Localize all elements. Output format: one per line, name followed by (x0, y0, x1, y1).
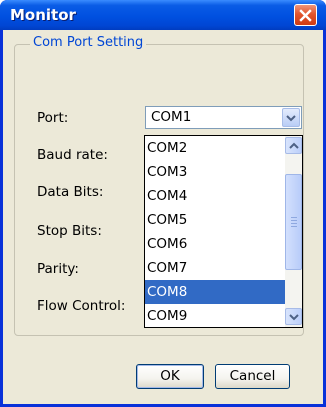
group-legend: Com Port Setting (30, 35, 147, 50)
port-option-com8[interactable]: COM8 (145, 280, 285, 304)
port-combobox[interactable]: COM1 (145, 106, 302, 129)
port-option-com3[interactable]: COM3 (145, 160, 285, 184)
data-bits-label: Data Bits: (37, 184, 104, 200)
port-combobox-value: COM1 (151, 109, 192, 125)
baud-rate-label: Baud rate: (37, 147, 108, 163)
thumb-grip-line (291, 220, 297, 221)
port-option-com7[interactable]: COM7 (145, 256, 285, 280)
ok-button[interactable]: OK (136, 364, 204, 389)
port-option-com6[interactable]: COM6 (145, 232, 285, 256)
port-option-com4[interactable]: COM4 (145, 184, 285, 208)
scroll-down-button[interactable] (285, 308, 302, 325)
port-option-com2[interactable]: COM2 (145, 136, 285, 160)
thumb-grip-line (291, 217, 297, 218)
port-dropdown-list[interactable]: COM2 COM3 COM4 COM5 COM6 COM7 COM8 COM9 (144, 135, 303, 328)
stop-bits-label: Stop Bits: (37, 223, 102, 239)
window-title: Monitor (10, 6, 76, 24)
port-combobox-toggle[interactable] (282, 108, 300, 127)
scroll-thumb[interactable] (285, 174, 302, 270)
port-option-com5[interactable]: COM5 (145, 208, 285, 232)
thumb-grip-line (291, 226, 297, 227)
title-bar[interactable]: Monitor (0, 0, 326, 30)
port-label: Port: (37, 110, 69, 126)
thumb-grip-line (291, 223, 297, 224)
flow-control-label: Flow Control: (37, 298, 126, 314)
port-option-com9[interactable]: COM9 (145, 304, 285, 328)
dropdown-scrollbar[interactable] (285, 136, 302, 327)
parity-label: Parity: (37, 261, 79, 277)
port-options: COM2 COM3 COM4 COM5 COM6 COM7 COM8 COM9 (145, 136, 285, 328)
scroll-up-button[interactable] (285, 137, 302, 154)
cancel-button[interactable]: Cancel (215, 364, 290, 389)
close-button[interactable] (294, 4, 317, 26)
